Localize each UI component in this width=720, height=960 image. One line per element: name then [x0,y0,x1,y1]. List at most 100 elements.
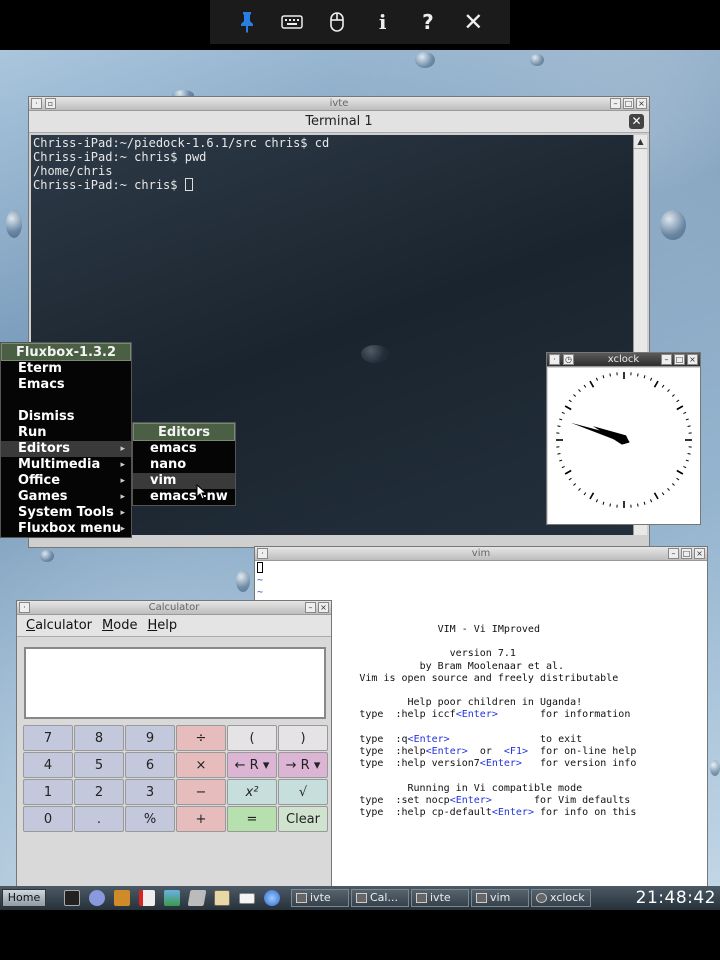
menu-item-nano[interactable]: nano [133,457,235,473]
window-menu-button[interactable]: · [257,548,268,559]
calc-key[interactable]: 7 [23,725,73,751]
calc-key[interactable]: x² [227,779,277,805]
window-icon-button[interactable]: ▫ [45,98,56,109]
pdf-icon[interactable] [136,889,158,907]
calc-key[interactable]: ) [278,725,328,751]
calc-key[interactable]: 1 [23,779,73,805]
calculator-display[interactable] [24,647,326,719]
menu-mode[interactable]: Mode [102,615,137,636]
editor-icon[interactable] [186,889,208,907]
calc-key[interactable]: = [227,806,277,832]
browser-icon[interactable] [261,889,283,907]
calc-key[interactable]: % [125,806,175,832]
window-menu-button[interactable]: · [19,602,30,613]
close-button[interactable]: × [694,548,705,559]
window-menu-button[interactable]: · [31,98,42,109]
desktop[interactable]: · ▫ ivte – □ × Terminal 1 ✕ Chriss-iPad:~/p… [0,50,720,886]
terminal-tab[interactable]: Terminal 1 ✕ [29,111,649,133]
tab-close-icon[interactable]: ✕ [629,114,644,129]
calc-key[interactable]: . [74,806,124,832]
menu-item-editors[interactable]: Editors [1,441,131,457]
calc-key[interactable]: 9 [125,725,175,751]
calc-key[interactable]: 5 [74,752,124,778]
xclock-window[interactable]: · ◷ xclock – □ × [546,352,701,525]
clock-tick [649,377,653,381]
menu-item-emacs[interactable]: Emacs [1,377,131,393]
calculator-window[interactable]: · Calculator – × Calculator Mode Help 789… [16,600,332,886]
scroll-up-icon[interactable]: ▲ [634,135,647,149]
calc-key[interactable]: 0 [23,806,73,832]
clock-app-icon [536,893,547,903]
vim-desc: for Vim defaults [534,794,631,806]
calc-key[interactable]: 2 [74,779,124,805]
mouse-icon[interactable] [323,8,351,36]
task-vim[interactable]: vim [471,889,529,907]
keyboard-icon[interactable] [278,8,306,36]
task-ivte[interactable]: ivte [411,889,469,907]
book-icon[interactable] [211,889,233,907]
home-button[interactable]: Home [2,889,46,907]
vim-command: :help version7 [395,758,480,770]
pin-icon[interactable] [233,8,261,36]
clock-tick [573,394,577,397]
close-icon[interactable]: ✕ [459,8,487,36]
calc-key[interactable]: ← R ▾ [227,752,277,778]
task-ivte[interactable]: ivte [291,889,349,907]
text-cursor [257,562,263,573]
window-menu-button[interactable]: · [549,354,560,365]
menu-item-eterm[interactable]: Eterm [1,361,131,377]
calc-key[interactable]: 3 [125,779,175,805]
minimize-button[interactable]: – [661,354,672,365]
close-button[interactable]: × [687,354,698,365]
task-calculator[interactable]: Cal... [351,889,409,907]
xclock-titlebar[interactable]: · ◷ xclock – □ × [547,353,700,367]
minimize-button[interactable]: – [610,98,621,109]
menu-item-games[interactable]: Games [1,489,131,505]
calculator-titlebar[interactable]: · Calculator – × [17,601,331,615]
minimize-button[interactable]: – [668,548,679,559]
menu-item-vim[interactable]: vim [133,473,235,489]
menu-calculator[interactable]: Calculator [26,615,92,636]
calc-key[interactable]: + [176,806,226,832]
close-button[interactable]: × [636,98,647,109]
calc-key[interactable]: ÷ [176,725,226,751]
menu-item-run[interactable]: Run [1,425,131,441]
calc-key[interactable]: ( [227,725,277,751]
maximize-button[interactable]: □ [674,354,685,365]
calc-key[interactable]: √ [278,779,328,805]
info-icon[interactable]: i [369,8,397,36]
calc-key[interactable]: × [176,752,226,778]
calc-key[interactable]: − [176,779,226,805]
task-xclock[interactable]: xclock [531,889,591,907]
menu-item-fluxbox-menu[interactable]: Fluxbox menu [1,521,131,537]
vim-key: <Enter> [479,758,522,770]
clock-tick [561,411,565,415]
terminal-icon[interactable] [61,889,83,907]
help-icon[interactable]: ? [414,8,442,36]
vim-key: <Enter> [425,746,468,758]
wallpaper-drop [6,210,22,238]
menu-help[interactable]: Help [147,615,177,636]
menu-item-multimedia[interactable]: Multimedia [1,457,131,473]
menu-item-emacs-editor[interactable]: emacs [133,441,235,457]
close-button[interactable]: × [318,602,329,613]
clock-tick [602,375,605,379]
menu-item-emacs-nw[interactable]: emacs -nw [133,489,235,505]
calc-key[interactable]: → R ▾ [278,752,328,778]
maximize-button[interactable]: □ [681,548,692,559]
calc-key[interactable]: Clear [278,806,328,832]
menu-item-dismiss[interactable]: Dismiss [1,409,131,425]
menu-item-system-tools[interactable]: System Tools [1,505,131,521]
mail-icon[interactable] [236,889,258,907]
terminal-titlebar[interactable]: · ▫ ivte – □ × [29,97,649,111]
minimize-button[interactable]: – [305,602,316,613]
vim-titlebar[interactable]: · vim – □ × [255,547,707,561]
tools-icon[interactable] [86,889,108,907]
menu-item-office[interactable]: Office [1,473,131,489]
calc-key[interactable]: 4 [23,752,73,778]
calc-key[interactable]: 8 [74,725,124,751]
image-viewer-icon[interactable] [161,889,183,907]
package-icon[interactable] [111,889,133,907]
calc-key[interactable]: 6 [125,752,175,778]
maximize-button[interactable]: □ [623,98,634,109]
